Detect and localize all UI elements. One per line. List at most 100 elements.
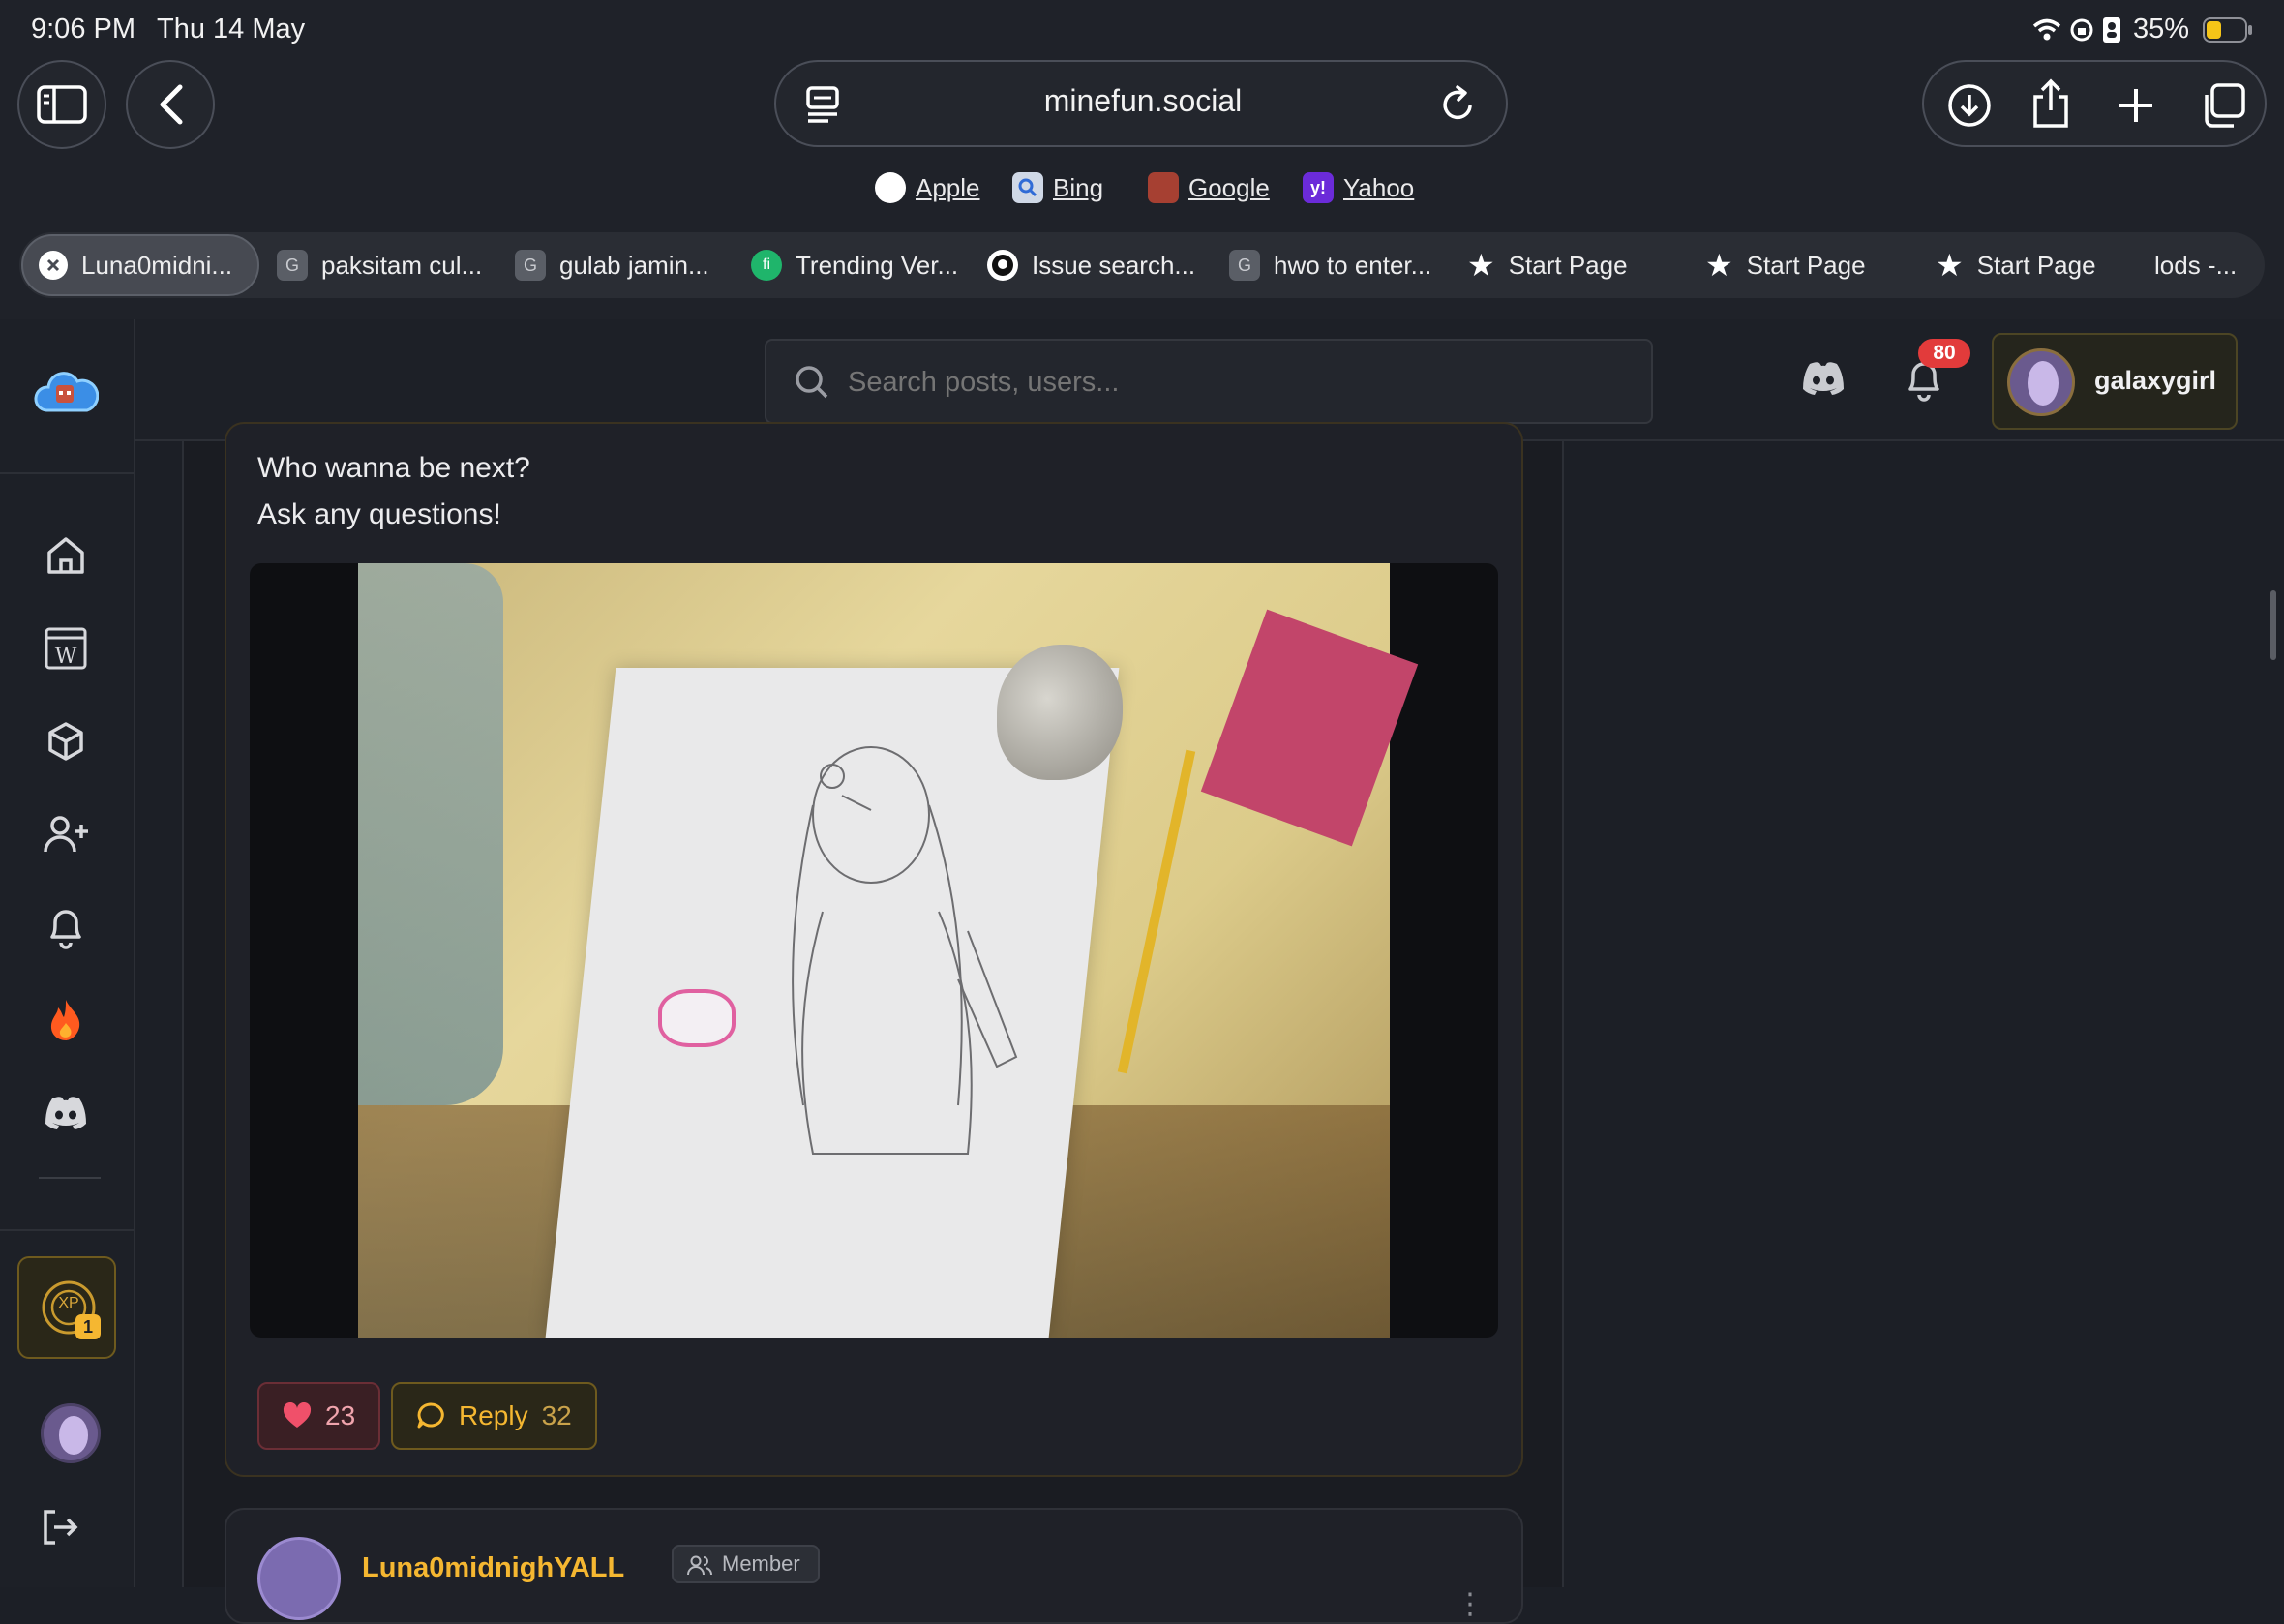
url-text: minefun.social [1043, 83, 1243, 118]
tab-label: Start Page [1508, 250, 1628, 280]
add-user-icon[interactable] [39, 807, 93, 861]
battery-icon [2203, 17, 2253, 43]
role-label: Member [722, 1551, 800, 1576]
tab-hwo[interactable]: Ghwo to enter... [1229, 232, 1431, 298]
logo-icon[interactable] [33, 364, 100, 422]
tab-issue-search[interactable]: Issue search... [987, 232, 1195, 298]
tab-start-page-2[interactable]: ★ Start Page [1705, 232, 1866, 298]
favorite-yahoo[interactable]: y! Yahoo [1303, 172, 1414, 203]
discord-icon[interactable] [1800, 360, 1848, 399]
search-box[interactable] [765, 339, 1653, 424]
avatar [2007, 348, 2075, 416]
wiki-icon[interactable]: W [39, 621, 93, 676]
tab-start-page-1[interactable]: ★ Start Page [1467, 232, 1628, 298]
apple-icon [875, 172, 906, 203]
new-tab-icon[interactable] [2116, 85, 2156, 126]
close-icon[interactable] [39, 251, 68, 280]
xp-level: 1 [75, 1314, 101, 1339]
tab-bar: Luna0midni... Gpaksitam cul... Ggulab ja… [19, 232, 2265, 298]
photo-desk [358, 563, 1419, 1338]
reply-count: 32 [541, 1400, 572, 1430]
bing-icon [1012, 172, 1043, 203]
github-icon [987, 250, 1018, 281]
comment-icon [417, 1402, 444, 1429]
pencil-sketch [792, 746, 1018, 1155]
tab-label: paksitam cul... [321, 250, 483, 280]
orientation-lock-icon [2069, 17, 2094, 43]
sidebar-icon [37, 85, 87, 124]
tab-label: Issue search... [1032, 250, 1196, 280]
battery-percent: 35% [2133, 14, 2190, 45]
heart-icon [283, 1402, 312, 1428]
google-icon: G [1229, 250, 1260, 281]
username: galaxygirl [2094, 366, 2217, 395]
notebook [1200, 609, 1419, 847]
sidebar-toggle-button[interactable] [17, 60, 106, 149]
favorite-label: Apple [916, 172, 980, 202]
star-icon: ★ [1705, 248, 1733, 283]
reply-button[interactable]: Reply 32 [391, 1382, 597, 1450]
post-line-2: Ask any questions! [257, 498, 501, 530]
notification-count-badge: 80 [1918, 339, 1970, 368]
logout-icon[interactable] [41, 1508, 83, 1547]
reload-icon[interactable] [1440, 85, 1477, 124]
browser-chrome: 9:06 PM Thu 14 May 35% minefun.social Ap… [0, 0, 2284, 319]
next-post-card: Luna0midnighYALL Member ⋮ [225, 1508, 1523, 1624]
like-button[interactable]: 23 [257, 1382, 381, 1450]
post-card: Who wanna be next? Ask any questions! 23… [225, 422, 1523, 1477]
toolbar-group [1922, 60, 2267, 147]
google-icon: G [277, 250, 308, 281]
google-icon [1148, 172, 1179, 203]
status-time: 9:06 PM [31, 14, 135, 45]
more-options-icon[interactable]: ⋮ [1456, 1587, 1485, 1621]
google-icon: G [515, 250, 546, 281]
tab-label: gulab jamin... [559, 250, 709, 280]
star-icon: ★ [1936, 248, 1964, 283]
role-badge: Member [672, 1545, 820, 1583]
tab-start-page-3[interactable]: ★ Start Page [1936, 232, 2096, 298]
tab-lods[interactable]: lods -... [2154, 232, 2237, 298]
chevron-left-icon [160, 84, 183, 125]
favorite-apple[interactable]: Apple [875, 172, 980, 203]
address-bar[interactable]: minefun.social [774, 60, 1508, 147]
yahoo-icon: y! [1303, 172, 1334, 203]
back-button[interactable] [126, 60, 215, 149]
feed-column: Who wanna be next? Ask any questions! 23… [182, 422, 1564, 1624]
scrollbar[interactable] [2270, 590, 2276, 660]
unicorn-keychain [658, 989, 736, 1047]
xp-badge[interactable]: XP 1 [17, 1256, 116, 1359]
tab-label: lods -... [2154, 250, 2238, 280]
share-icon[interactable] [2030, 77, 2071, 130]
bell-icon[interactable] [39, 900, 93, 954]
status-date: Thu 14 May [157, 14, 306, 45]
home-icon[interactable] [39, 528, 93, 583]
avatar[interactable] [41, 1403, 101, 1463]
author-name[interactable]: Luna0midnighYALL [362, 1552, 624, 1584]
post-actions: 23 Reply 32 [257, 1382, 838, 1452]
tab-paksitam[interactable]: Gpaksitam cul... [277, 232, 482, 298]
favorite-google[interactable]: Google [1148, 172, 1270, 203]
cube-icon[interactable] [39, 714, 93, 768]
search-input[interactable] [848, 358, 1622, 406]
tab-label: Luna0midni... [81, 250, 233, 280]
tab-luna[interactable]: Luna0midni... [21, 234, 260, 296]
download-icon[interactable] [1947, 83, 1992, 128]
tabs-overview-icon[interactable] [2199, 81, 2247, 130]
rock [997, 645, 1123, 780]
wifi-icon [2032, 17, 2061, 43]
search-icon [796, 366, 828, 399]
user-menu-button[interactable]: galaxygirl [1992, 333, 2238, 430]
like-count: 23 [325, 1400, 356, 1430]
author-avatar[interactable] [257, 1537, 341, 1620]
fi-icon: fi [751, 250, 782, 281]
svg-text:W: W [55, 645, 77, 669]
discord-icon[interactable] [39, 1086, 93, 1140]
fire-icon[interactable] [39, 993, 93, 1047]
tab-gulab[interactable]: Ggulab jamin... [515, 232, 709, 298]
star-icon: ★ [1467, 248, 1495, 283]
app-sidebar: W XP 1 [0, 319, 135, 1587]
post-image[interactable] [250, 563, 1498, 1338]
favorite-bing[interactable]: Bing [1012, 172, 1103, 203]
tab-trending[interactable]: fi Trending Ver... [751, 232, 958, 298]
favorite-label: Google [1188, 172, 1270, 202]
